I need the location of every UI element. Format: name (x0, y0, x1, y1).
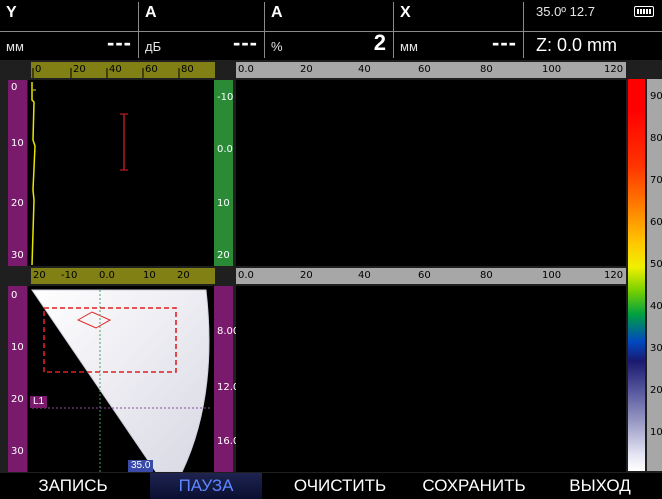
tick-label: 80 (480, 64, 493, 75)
color-palette-scale: 90 80 70 60 50 40 30 20 10 (647, 79, 662, 471)
tick-label: 120 (604, 64, 624, 75)
tick-label: 0 (11, 82, 18, 93)
color-palette-bar[interactable] (628, 79, 645, 471)
tick-label: -10 (217, 92, 234, 103)
tick-label: 60 (418, 270, 431, 281)
readout-value: --- (107, 30, 132, 55)
readout-value: 2 (373, 30, 387, 55)
ruler-top-left: 0 20 40 60 80 (31, 62, 215, 78)
tick-label: 40 (650, 301, 662, 312)
record-button[interactable]: ЗАПИСЬ (18, 473, 128, 499)
status-area: 35.0º 12.7 Z: 0.0 mm (524, 2, 662, 58)
tick-label: 60 (145, 64, 158, 75)
readout-name: X (400, 4, 411, 21)
ruler-left-bottom: 0 10 20 30 (8, 286, 27, 472)
battery-icon (634, 6, 654, 17)
angle-readout: 35.0º 12.7 (536, 4, 595, 19)
tick-label: 60 (650, 217, 662, 228)
readout-value: --- (492, 30, 517, 55)
b-scan-panel[interactable] (236, 80, 626, 266)
readout-name: Y (6, 4, 17, 21)
exit-button[interactable]: ВЫХОД (548, 473, 652, 499)
ruler-mid-bottom: 8.00 12.0 16.0 (214, 286, 239, 472)
pause-button[interactable]: ПАУЗА (150, 473, 262, 499)
tick-label: 20 (11, 394, 24, 405)
readout-unit: дБ (145, 39, 162, 54)
tick-label: 30 (650, 343, 662, 354)
ruler-left-top: 0 10 20 30 (8, 80, 27, 266)
tick-label: 20 (33, 270, 46, 281)
ruler-top-main: 0.0 20 40 60 80 100 120 (236, 62, 626, 78)
save-button[interactable]: СОХРАНИТЬ (408, 473, 540, 499)
z-readout: Z: 0.0 mm (536, 35, 618, 55)
tick-label: 20 (217, 250, 230, 261)
softkey-bar: ЗАПИСЬ ПАУЗА ОЧИСТИТЬ СОХРАНИТЬ ВЫХОД (0, 473, 662, 499)
tick-label: 0.0 (99, 270, 115, 281)
tick-label: 20 (177, 270, 190, 281)
tick-label: 120 (604, 270, 624, 281)
tick-label: 10 (11, 342, 24, 353)
readout-unit: мм (400, 39, 418, 54)
tick-label: 20 (11, 198, 24, 209)
tick-label: -10 (61, 270, 78, 281)
clear-button[interactable]: ОЧИСТИТЬ (280, 473, 400, 499)
tick-label: 100 (542, 270, 562, 281)
tick-label: 20 (73, 64, 86, 75)
readout-name: A (271, 4, 283, 21)
tick-label: 20 (300, 64, 313, 75)
tick-label: 40 (358, 270, 371, 281)
tick-label: 100 (542, 64, 562, 75)
readout-value: --- (233, 30, 258, 55)
readout-y[interactable]: Y мм --- (0, 2, 139, 58)
readout-a-db[interactable]: A дБ --- (139, 2, 265, 58)
tick-label: 0.0 (217, 144, 233, 155)
tick-label: 60 (418, 64, 431, 75)
tick-label: 0.0 (238, 64, 254, 75)
tick-label: 50 (650, 259, 662, 270)
ruler-lower-main: 0.0 20 40 60 80 100 120 (236, 268, 626, 284)
tick-label: 0.0 (238, 270, 254, 281)
readout-unit: мм (6, 39, 24, 54)
sector-scan-panel[interactable]: L1 35.0 (28, 286, 214, 472)
readout-unit: % (271, 39, 283, 54)
tick-label: 70 (650, 175, 662, 186)
tick-label: 0 (11, 290, 18, 301)
tick-label: 80 (181, 64, 194, 75)
tick-label: 0 (35, 64, 42, 75)
tick-label: 80 (650, 133, 662, 144)
ruler-lower-left: 20 -10 0.0 10 20 (31, 268, 215, 284)
ruler-mid-top: -10 0.0 10 20 (214, 80, 233, 266)
tick-label: 40 (358, 64, 371, 75)
readout-x[interactable]: X мм --- (394, 2, 524, 58)
tick-label: 10 (217, 198, 230, 209)
tick-label: 90 (650, 91, 662, 102)
c-scan-panel[interactable] (236, 286, 626, 472)
tick-label: 40 (109, 64, 122, 75)
tick-label: 30 (11, 250, 24, 261)
tick-label: 80 (480, 270, 493, 281)
tick-label: 10 (143, 270, 156, 281)
a-scan-panel[interactable] (28, 80, 214, 266)
angle-tag: 35.0 (128, 460, 154, 472)
tick-label: 20 (300, 270, 313, 281)
tick-label: 30 (11, 446, 24, 457)
measurement-bar: Y мм --- A дБ --- A % 2 X мм --- 35.0º 1… (0, 0, 662, 60)
readout-name: A (145, 4, 157, 21)
layer-tag: L1 (30, 396, 48, 408)
tick-label: 10 (11, 138, 24, 149)
tick-label: 20 (650, 385, 662, 396)
readout-a-percent[interactable]: A % 2 (265, 2, 394, 58)
tick-label: 10 (650, 427, 662, 438)
